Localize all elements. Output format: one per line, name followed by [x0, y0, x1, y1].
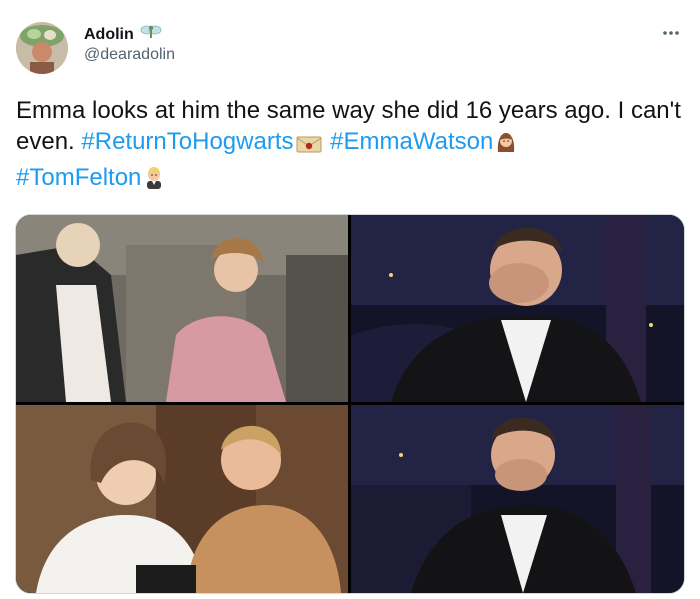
avatar[interactable] [16, 22, 68, 74]
photo-host-covering-eyes[interactable] [351, 215, 684, 402]
hashtag-emmawatson[interactable]: #EmmaWatson [330, 128, 493, 155]
envelope-with-seal-icon [296, 131, 322, 162]
woman-brown-hair-icon [495, 130, 517, 162]
hashtag-tomfelton[interactable]: #TomFelton [16, 164, 141, 191]
photo-emma-tom-reunion[interactable] [16, 405, 348, 593]
display-name[interactable]: Adolin [84, 26, 134, 44]
photo-yule-ball[interactable] [16, 215, 348, 402]
user-handle[interactable]: @dearadolin [84, 46, 175, 64]
more-options-icon[interactable] [660, 22, 682, 44]
fairy-icon [140, 22, 162, 47]
blond-person-icon [143, 164, 165, 198]
media-grid [15, 214, 685, 594]
hashtag-returntohogwarts[interactable]: #ReturnToHogwarts [81, 128, 293, 155]
tweet-text: Emma looks at him the same way she did 1… [16, 95, 686, 198]
photo-host-covering-mouth[interactable] [351, 405, 684, 593]
